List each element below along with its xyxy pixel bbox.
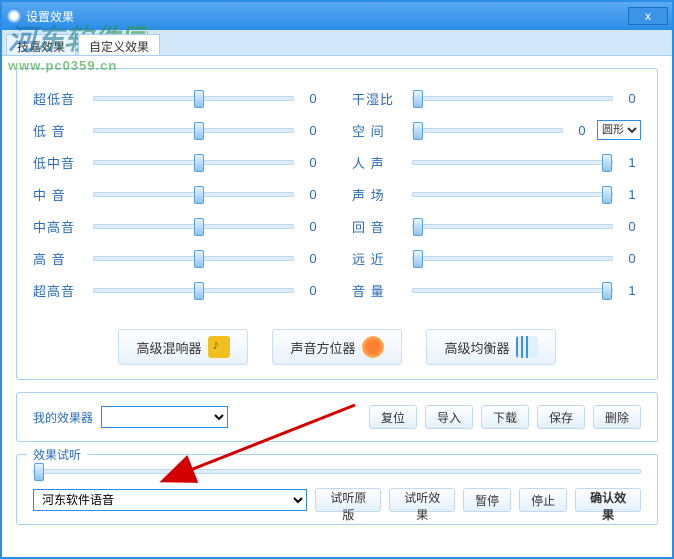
eq-value: 0 [623, 91, 641, 106]
eq-value: 0 [304, 251, 322, 266]
eq-label: 超高音 [33, 281, 83, 300]
eq-value: 0 [304, 283, 322, 298]
left-eq-row-3: 中 音 0 [33, 183, 322, 205]
eq-slider-right-0[interactable] [412, 96, 613, 101]
equalizer-label: 高级均衡器 [444, 338, 509, 357]
eq-slider-right-4[interactable] [412, 224, 613, 229]
tabbar: 技嘉效果 自定义效果 [2, 30, 672, 56]
eq-value: 0 [573, 123, 591, 138]
eq-value: 1 [623, 155, 641, 170]
advanced-equalizer-button[interactable]: 高级均衡器 [426, 329, 556, 365]
space-shape-select[interactable]: 圆形 [597, 120, 641, 140]
eq-value: 0 [304, 123, 322, 138]
import-button[interactable]: 导入 [425, 405, 473, 429]
mixer-label: 高级混响器 [136, 338, 201, 357]
tab-custom-effects[interactable]: 自定义效果 [78, 34, 160, 55]
eq-value: 1 [623, 283, 641, 298]
stop-button[interactable]: 停止 [519, 488, 567, 512]
app-icon [6, 8, 22, 24]
reset-button[interactable]: 复位 [369, 405, 417, 429]
eq-slider-left-2[interactable] [93, 160, 294, 165]
left-eq-row-4: 中高音 0 [33, 215, 322, 237]
eq-value: 0 [623, 251, 641, 266]
right-eq-row-6: 音 量 1 [352, 279, 641, 301]
eq-slider-left-6[interactable] [93, 288, 294, 293]
eq-label: 中 音 [33, 185, 83, 204]
right-eq-row-2: 人 声 1 [352, 151, 641, 173]
window-title: 设置效果 [26, 8, 628, 25]
eq-panel: 超低音 0 低 音 0 低中音 0 中 音 0 中高音 0 高 音 0 超高音 0 干湿比 0 空 间 0 圆形人… [16, 68, 658, 380]
eq-slider-left-3[interactable] [93, 192, 294, 197]
eq-slider-right-6[interactable] [412, 288, 613, 293]
pause-button[interactable]: 暂停 [463, 488, 511, 512]
eq-value: 0 [304, 187, 322, 202]
tab-preset-effects[interactable]: 技嘉效果 [6, 34, 76, 55]
preview-original-button[interactable]: 试听原版 [315, 488, 381, 512]
preview-audio-select[interactable]: 河东软件语音 [33, 489, 307, 511]
titlebar: 设置效果 x [2, 2, 672, 30]
eq-slider-right-2[interactable] [412, 160, 613, 165]
equalizer-icon [516, 336, 538, 358]
preset-select[interactable] [101, 406, 228, 428]
eq-slider-left-0[interactable] [93, 96, 294, 101]
advanced-mixer-button[interactable]: 高级混响器 [118, 329, 248, 365]
eq-label: 空 间 [352, 121, 402, 140]
preset-label: 我的效果器 [33, 409, 93, 426]
sound-locator-button[interactable]: 声音方位器 [272, 329, 402, 365]
preview-title: 效果试听 [27, 446, 87, 463]
eq-value: 0 [304, 219, 322, 234]
eq-label: 远 近 [352, 249, 402, 268]
eq-value: 0 [304, 91, 322, 106]
speaker-icon [362, 336, 384, 358]
eq-label: 超低音 [33, 89, 83, 108]
eq-label: 音 量 [352, 281, 402, 300]
preview-effect-button[interactable]: 试听效果 [389, 488, 455, 512]
left-eq-row-6: 超高音 0 [33, 279, 322, 301]
eq-label: 人 声 [352, 153, 402, 172]
eq-label: 高 音 [33, 249, 83, 268]
eq-label: 低中音 [33, 153, 83, 172]
right-eq-row-1: 空 间 0 圆形 [352, 119, 641, 141]
preview-group: 效果试听 河东软件语音 试听原版 试听效果 暂停 停止 确认效果 [16, 454, 658, 525]
left-eq-row-0: 超低音 0 [33, 87, 322, 109]
eq-label: 低 音 [33, 121, 83, 140]
right-eq-row-4: 回 音 0 [352, 215, 641, 237]
eq-label: 回 音 [352, 217, 402, 236]
left-eq-row-5: 高 音 0 [33, 247, 322, 269]
eq-slider-left-4[interactable] [93, 224, 294, 229]
right-eq-row-3: 声 场 1 [352, 183, 641, 205]
download-button[interactable]: 下载 [481, 405, 529, 429]
preset-panel: 我的效果器 复位 导入 下载 保存 删除 [16, 392, 658, 442]
eq-slider-right-1[interactable] [412, 128, 563, 133]
left-eq-row-2: 低中音 0 [33, 151, 322, 173]
music-note-icon [208, 336, 230, 358]
eq-label: 中高音 [33, 217, 83, 236]
save-button[interactable]: 保存 [537, 405, 585, 429]
delete-button[interactable]: 删除 [593, 405, 641, 429]
eq-value: 0 [304, 155, 322, 170]
eq-value: 0 [623, 219, 641, 234]
eq-label: 干湿比 [352, 89, 402, 108]
eq-slider-left-5[interactable] [93, 256, 294, 261]
eq-slider-right-5[interactable] [412, 256, 613, 261]
close-button[interactable]: x [628, 7, 668, 25]
locator-label: 声音方位器 [290, 338, 355, 357]
eq-slider-right-3[interactable] [412, 192, 613, 197]
preview-slider[interactable] [33, 469, 641, 474]
eq-label: 声 场 [352, 185, 402, 204]
left-eq-row-1: 低 音 0 [33, 119, 322, 141]
eq-value: 1 [623, 187, 641, 202]
right-eq-row-5: 远 近 0 [352, 247, 641, 269]
eq-slider-left-1[interactable] [93, 128, 294, 133]
confirm-effect-button[interactable]: 确认效果 [575, 488, 641, 512]
right-eq-row-0: 干湿比 0 [352, 87, 641, 109]
